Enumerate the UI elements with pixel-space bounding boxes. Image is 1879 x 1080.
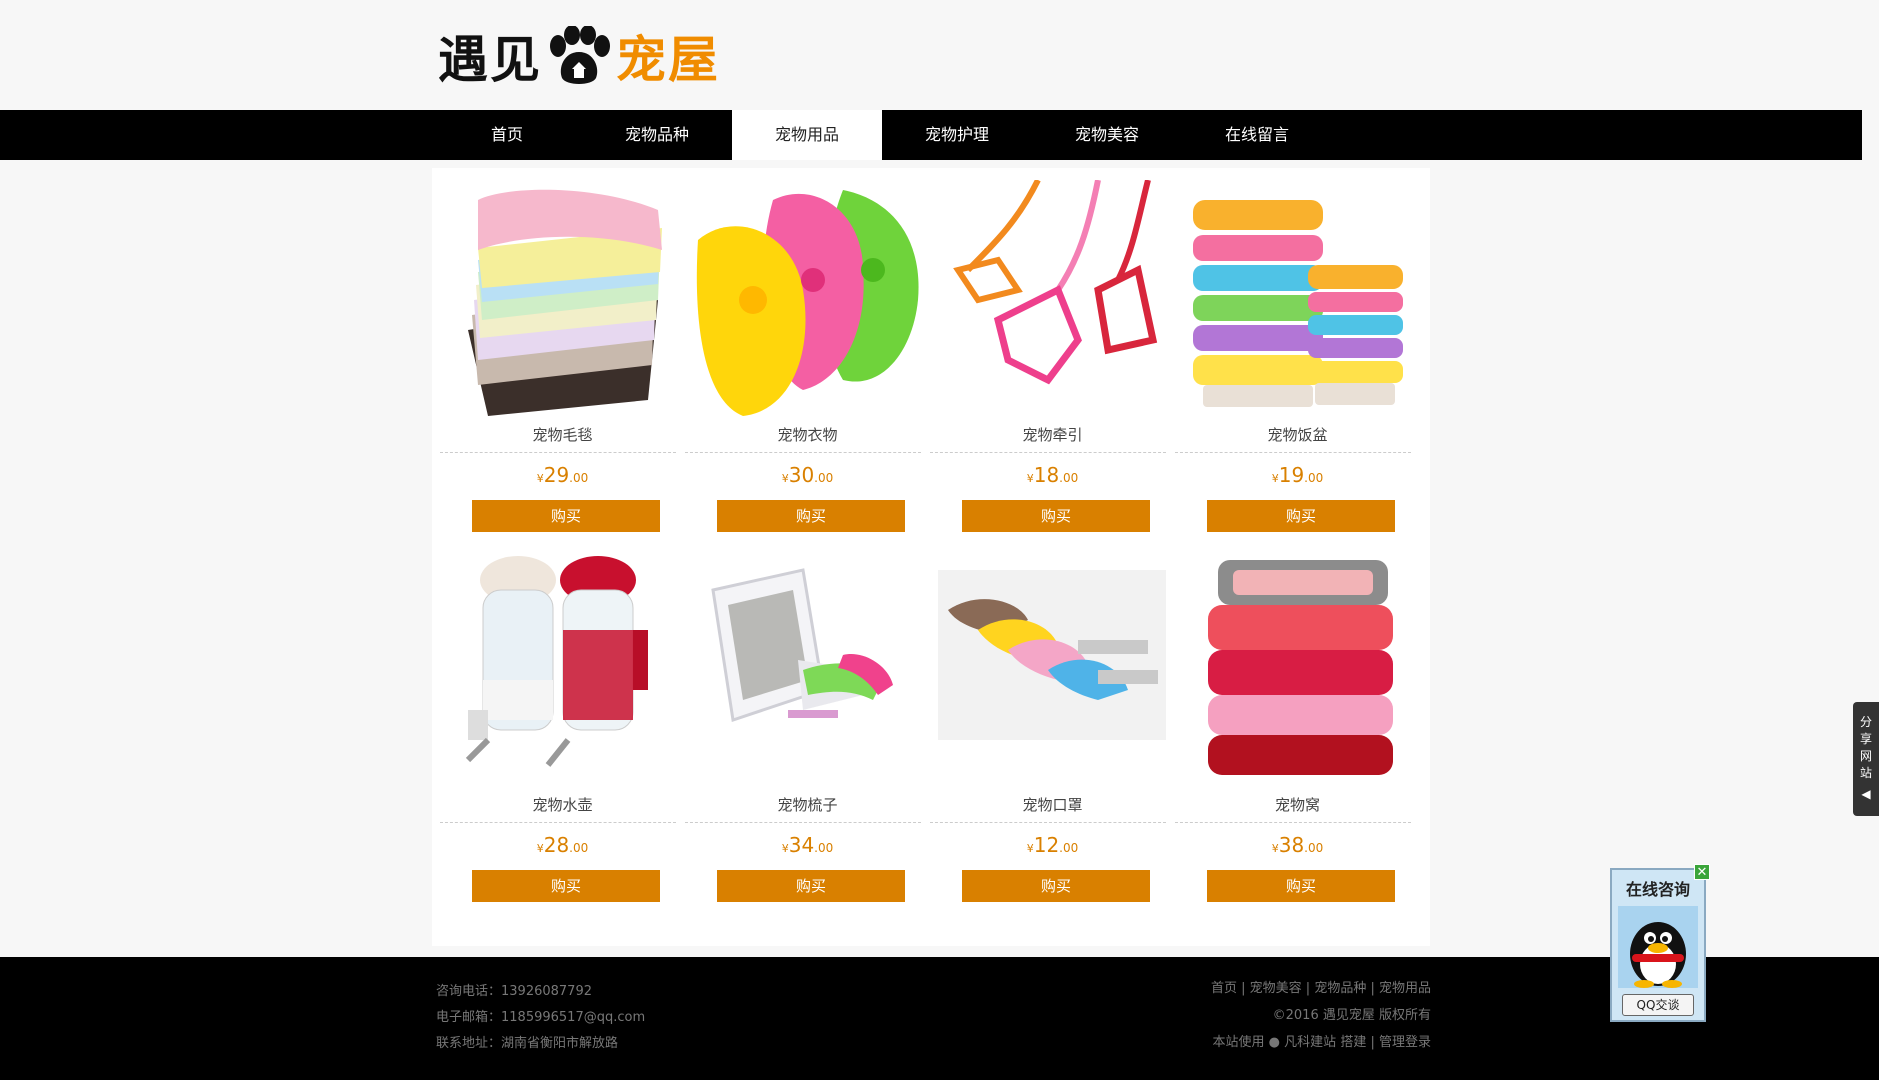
divider: [930, 452, 1166, 453]
share-label: 分享网站: [1860, 715, 1873, 780]
buy-button[interactable]: 购买: [1207, 500, 1395, 532]
buy-button[interactable]: 购买: [717, 870, 905, 902]
footer-brand-link[interactable]: 凡科建站: [1284, 1035, 1336, 1050]
nav-item-home[interactable]: 首页: [432, 110, 582, 160]
nav-item-care[interactable]: 宠物护理: [882, 110, 1032, 160]
product-name[interactable]: 宠物窝: [1175, 794, 1420, 815]
share-site-tab[interactable]: 分享网站 ◀: [1853, 702, 1879, 816]
product-name[interactable]: 宠物衣物: [685, 424, 930, 445]
site-logo[interactable]: 遇见 宠屋: [438, 22, 720, 90]
product-card: 宠物毛毯 ¥29.00 购买: [440, 180, 685, 536]
qq-title: 在线咨询: [1625, 880, 1690, 899]
product-card: 宠物窝 ¥38.00 购买: [1175, 550, 1420, 906]
divider: [1175, 452, 1411, 453]
footer-phone: 咨询电话：13926087792: [436, 984, 592, 999]
buy-button[interactable]: 购买: [472, 870, 660, 902]
footer-link-breeds[interactable]: 宠物品种: [1314, 981, 1366, 996]
buy-button[interactable]: 购买: [1207, 870, 1395, 902]
logo-text-part1: 遇见: [438, 31, 542, 89]
footer-link-supplies[interactable]: 宠物用品: [1379, 981, 1431, 996]
footer-address: 联系地址：湖南省衡阳市解放路: [436, 1036, 619, 1051]
product-price: ¥19.00: [1271, 463, 1324, 487]
product-image-water-bottle[interactable]: [448, 550, 676, 786]
buy-button[interactable]: 购买: [962, 870, 1150, 902]
divider: [685, 452, 921, 453]
footer-link-grooming[interactable]: 宠物美容: [1250, 981, 1302, 996]
product-image-clothes[interactable]: [693, 180, 921, 416]
site-footer: 咨询电话：13926087792 电子邮箱：1185996517@qq.com …: [0, 957, 1879, 1080]
fanke-logo-icon: ●: [1268, 1035, 1281, 1050]
product-image-bowls[interactable]: [1183, 180, 1411, 416]
product-card: 宠物衣物 ¥30.00 购买: [685, 180, 930, 536]
product-name[interactable]: 宠物牵引: [930, 424, 1175, 445]
product-image-blanket[interactable]: [448, 180, 676, 416]
product-name[interactable]: 宠物口罩: [930, 794, 1175, 815]
product-image-bed[interactable]: [1183, 550, 1411, 786]
product-image-muzzle[interactable]: [938, 550, 1166, 786]
product-card: 宠物饭盆 ¥19.00 购买: [1175, 180, 1420, 536]
footer-powered: 本站使用 ● 凡科建站 搭建 | 管理登录: [1212, 1035, 1431, 1050]
product-card: 宠物口罩 ¥12.00 购买: [930, 550, 1175, 906]
qq-penguin-icon: [1618, 906, 1698, 988]
admin-login-link[interactable]: 管理登录: [1379, 1035, 1431, 1050]
product-card: 宠物水壶 ¥28.00 购买: [440, 550, 685, 906]
product-name[interactable]: 宠物梳子: [685, 794, 930, 815]
nav-item-supplies[interactable]: 宠物用品: [732, 110, 882, 160]
footer-info: 首页 | 宠物美容 | 宠物品种 | 宠物用品 ©2016 遇见宠屋 版权所有 …: [1211, 975, 1431, 1056]
footer-links: 首页 | 宠物美容 | 宠物品种 | 宠物用品: [1210, 981, 1431, 996]
qq-chat-button[interactable]: QQ交谈: [1622, 994, 1694, 1016]
buy-button[interactable]: 购买: [962, 500, 1150, 532]
product-image-harness[interactable]: [938, 180, 1166, 416]
product-name[interactable]: 宠物饭盆: [1175, 424, 1420, 445]
product-card: 宠物梳子 ¥34.00 购买: [685, 550, 930, 906]
product-image-brush[interactable]: [693, 550, 921, 786]
buy-button[interactable]: 购买: [717, 500, 905, 532]
logo-text-part2: 宠屋: [616, 31, 720, 89]
product-price: ¥29.00: [536, 463, 589, 487]
footer-copyright: ©2016 遇见宠屋 版权所有: [1272, 1008, 1431, 1023]
close-icon[interactable]: ✕: [1694, 864, 1710, 880]
product-card: 宠物牵引 ¥18.00 购买: [930, 180, 1175, 536]
divider: [685, 822, 921, 823]
footer-contact: 咨询电话：13926087792 电子邮箱：1185996517@qq.com …: [436, 979, 645, 1057]
footer-email: 电子邮箱：1185996517@qq.com: [436, 1010, 646, 1025]
product-price: ¥34.00: [781, 833, 834, 857]
product-panel: 宠物毛毯 ¥29.00 购买 宠物衣物 ¥30.00 购买 宠物牵引 ¥18.0…: [432, 168, 1430, 946]
product-name[interactable]: 宠物水壶: [440, 794, 685, 815]
nav-item-grooming[interactable]: 宠物美容: [1032, 110, 1182, 160]
product-price: ¥12.00: [1026, 833, 1079, 857]
product-price: ¥30.00: [781, 463, 834, 487]
product-price: ¥18.00: [1026, 463, 1079, 487]
divider: [440, 452, 676, 453]
nav-item-breeds[interactable]: 宠物品种: [582, 110, 732, 160]
product-grid: 宠物毛毯 ¥29.00 购买 宠物衣物 ¥30.00 购买 宠物牵引 ¥18.0…: [440, 180, 1420, 906]
site-header: 遇见 宠屋: [0, 0, 1879, 110]
product-price: ¥38.00: [1271, 833, 1324, 857]
divider: [440, 822, 676, 823]
divider: [930, 822, 1166, 823]
product-price: ¥28.00: [536, 833, 589, 857]
product-name[interactable]: 宠物毛毯: [440, 424, 685, 445]
qq-consult-widget: ✕ 在线咨询 QQ交谈: [1610, 864, 1710, 1022]
divider: [1175, 822, 1411, 823]
share-icon: ◀: [1861, 787, 1871, 801]
main-nav: 首页 宠物品种 宠物用品 宠物护理 宠物美容 在线留言: [0, 110, 1862, 160]
nav-item-message[interactable]: 在线留言: [1182, 110, 1332, 160]
buy-button[interactable]: 购买: [472, 500, 660, 532]
footer-link-home[interactable]: 首页: [1211, 981, 1237, 996]
paw-icon: [550, 26, 610, 84]
